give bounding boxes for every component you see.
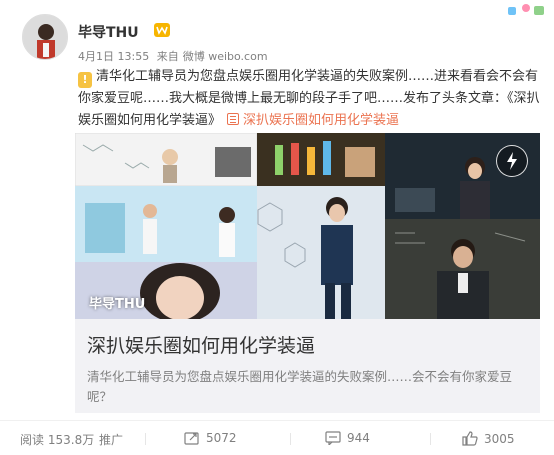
article-icon[interactable] [227, 113, 240, 125]
action-bar: 阅读 153.8万 推广 5072 944 3005 [0, 420, 554, 455]
video-play-icon[interactable] [496, 145, 528, 177]
repost-icon [184, 432, 199, 445]
source-prefix: 来自 [156, 50, 179, 63]
repost-button[interactable]: 5072 [184, 431, 237, 445]
divider [290, 433, 291, 445]
views-count: 阅读 153.8万 [20, 431, 94, 448]
divider [145, 433, 146, 445]
promote-button[interactable]: 推广 [99, 431, 123, 448]
like-icon [462, 431, 478, 446]
divider [430, 433, 431, 445]
post-meta: 4月1日 13:55 来自 微博 weibo.com [78, 48, 272, 64]
views-value: 153.8万 [47, 433, 95, 447]
comment-icon [325, 431, 341, 445]
username[interactable]: 毕导THU [78, 22, 139, 42]
post-date[interactable]: 4月1日 13:55 [78, 50, 149, 63]
avatar[interactable] [22, 14, 68, 60]
vip-badge-icon[interactable] [154, 23, 170, 37]
like-button[interactable]: 3005 [462, 431, 515, 446]
article-cover-collage[interactable]: 毕导THU [75, 133, 540, 319]
comment-count: 944 [347, 431, 370, 445]
post-header: 毕导THU 4月1日 13:55 来自 微博 weibo.com [22, 14, 544, 70]
article-card[interactable]: 毕导THU 深扒娱乐圈如何用化学装逼 清华化工辅导员为您盘点娱乐圈用化学装逼的失… [75, 133, 540, 413]
cover-watermark: 毕导THU [89, 297, 146, 312]
lightbulb-icon: ! [78, 72, 92, 88]
article-link[interactable]: 深扒娱乐圈如何用化学装逼 [243, 113, 399, 128]
comment-button[interactable]: 944 [325, 431, 370, 445]
views-label: 阅读 [20, 433, 45, 447]
like-count: 3005 [484, 431, 515, 446]
repost-count: 5072 [206, 431, 237, 445]
article-description: 清华化工辅导员为您盘点娱乐圈用化学装逼的失败案例……会不会有你家爱豆呢？ [87, 369, 513, 404]
promote-label: 推广 [99, 433, 124, 447]
post-source[interactable]: 微博 weibo.com [183, 50, 268, 63]
post-text: ! 清华化工辅导员为您盘点娱乐圈用化学装逼的失败案例……进来看看会不会有你家爱豆呢… [78, 66, 540, 132]
article-title[interactable]: 深扒娱乐圈如何用化学装逼 [87, 331, 315, 358]
